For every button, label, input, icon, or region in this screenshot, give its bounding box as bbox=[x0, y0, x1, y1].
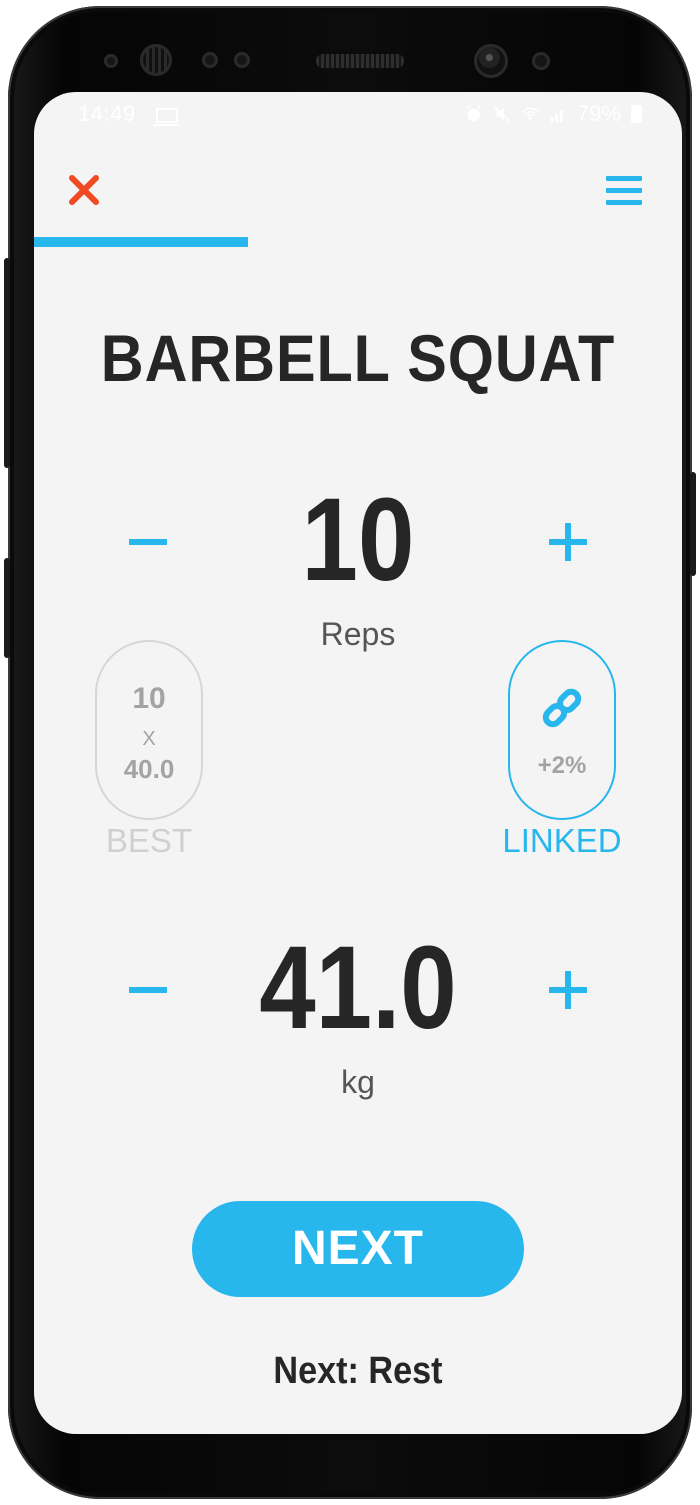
next-button[interactable]: NEXT bbox=[192, 1201, 524, 1297]
chain-link-icon bbox=[542, 688, 582, 728]
next-up-text: Next: Rest bbox=[273, 1350, 443, 1392]
proximity-sensor bbox=[104, 54, 118, 68]
status-time: 14:49 bbox=[78, 101, 136, 126]
battery-icon bbox=[631, 105, 642, 123]
weight-increase-button[interactable] bbox=[538, 960, 598, 1020]
workout-progress-fill bbox=[34, 237, 248, 247]
best-reps: 10 bbox=[132, 682, 166, 715]
sensor-dot-left bbox=[202, 52, 218, 68]
hamburger-menu-icon bbox=[606, 176, 642, 205]
wifi-icon bbox=[521, 107, 538, 120]
app-screen: 14:49 79% BARBELL SQUAT 10 Reps 10 X 40.… bbox=[34, 92, 682, 1434]
laptop-icon bbox=[153, 108, 179, 126]
battery-percent: 79% bbox=[576, 101, 621, 126]
menu-button[interactable] bbox=[602, 172, 646, 212]
sensor-dot-right bbox=[234, 52, 250, 68]
close-icon bbox=[69, 175, 99, 205]
phone-frame: 14:49 79% BARBELL SQUAT 10 Reps 10 X 40.… bbox=[4, 6, 696, 1499]
bixby-button bbox=[4, 558, 10, 658]
status-bar: 14:49 79% bbox=[34, 92, 682, 138]
plus-icon bbox=[549, 971, 587, 1009]
weight-unit-label: kg bbox=[341, 1064, 375, 1100]
iris-scanner bbox=[140, 44, 172, 76]
reps-increase-button[interactable] bbox=[538, 512, 598, 572]
close-button[interactable] bbox=[64, 170, 104, 210]
exercise-title: BARBELL SQUAT bbox=[100, 321, 616, 395]
plus-icon bbox=[549, 523, 587, 561]
best-label: BEST bbox=[105, 822, 193, 859]
alarm-icon bbox=[467, 105, 481, 122]
best-times-symbol: X bbox=[142, 728, 156, 750]
front-camera bbox=[474, 44, 508, 78]
signal-icon bbox=[550, 110, 563, 123]
best-record-pill: 10 X 40.0 bbox=[95, 640, 203, 820]
earpiece-speaker bbox=[316, 54, 404, 68]
linked-increment: +2% bbox=[537, 752, 587, 779]
linked-toggle[interactable]: +2% bbox=[508, 640, 616, 820]
linked-label: LINKED bbox=[502, 822, 622, 859]
workout-progress-bar bbox=[34, 237, 682, 247]
volume-button bbox=[4, 258, 10, 468]
best-weight: 40.0 bbox=[123, 754, 175, 784]
mute-icon bbox=[494, 106, 510, 122]
status-icons: 79% bbox=[465, 101, 642, 127]
power-button bbox=[690, 472, 696, 576]
light-sensor bbox=[532, 52, 550, 70]
